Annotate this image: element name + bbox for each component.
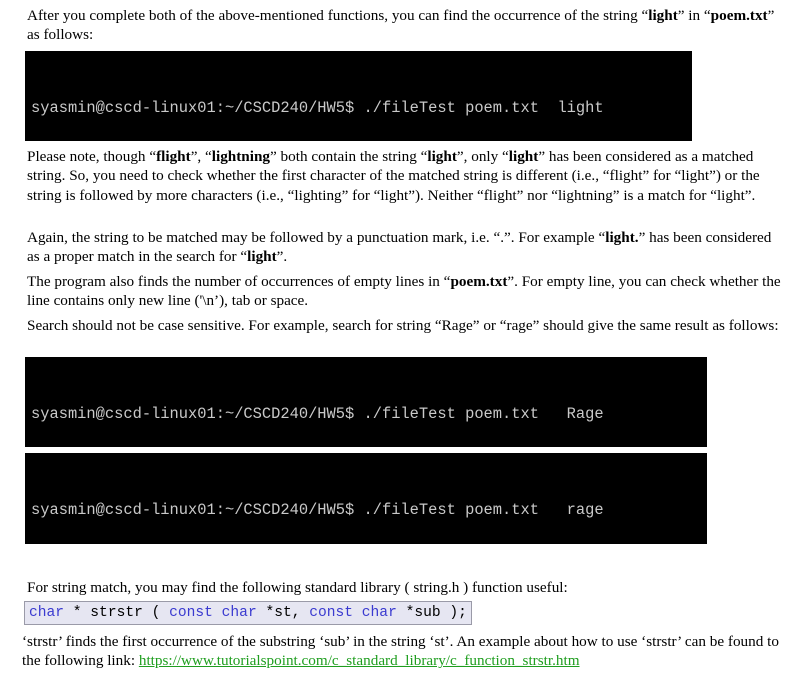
program-text-part-1: The program also finds the number of occ… [27,273,451,290]
intro-bold-light: light [648,7,678,24]
code-plain-3: *sub ); [396,605,467,621]
paragraph-search-case: Search should not be case sensitive. For… [27,316,783,335]
code-keyword-const-char-1: const char [169,605,257,621]
code-plain-1: * strstr ( [64,605,170,621]
code-plain-2: *st, [256,605,310,621]
string-match-text: For string match, you may find the follo… [27,579,568,596]
paragraph-again: Again, the string to be matched may be f… [27,228,783,267]
code-snippet-block: char * strstr ( const char *st, const ch… [24,601,472,625]
intro-bold-poemtxt: poem.txt [710,7,768,24]
again-bold-light: light [247,248,277,266]
note-text-part-3: ” both contain the string “ [270,148,428,165]
note-text-part-4: ”, only “ [456,148,509,165]
strstr-signature: char * strstr ( const char *st, const ch… [24,601,472,625]
intro-text-part-1: After you complete both of the above-men… [27,7,649,24]
program-bold-poemtxt: poem.txt [450,273,508,290]
paragraph-please-note: Please note, though “flight”, “lightning… [27,147,783,205]
again-bold-lightdot: light. [605,229,639,246]
terminal-output-rage-upper: syasmin@cscd-linux01:~/CSCD240/HW5$ ./fi… [25,357,707,447]
code-keyword-const-char-2: const char [309,605,397,621]
again-text-part-1: Again, the string to be matched may be f… [27,229,606,246]
note-bold-lightning: lightning [211,148,271,165]
terminal-output-rage-lower: syasmin@cscd-linux01:~/CSCD240/HW5$ ./fi… [25,453,707,544]
intro-text-part-2: ” in “ [677,7,711,24]
note-bold-flight: flight [156,148,191,165]
paragraph-program: The program also finds the number of occ… [27,272,783,311]
terminal-line: syasmin@cscd-linux01:~/CSCD240/HW5$ ./fi… [31,405,604,423]
search-text: Search should not be case sensitive. For… [27,317,779,334]
terminal-line: syasmin@cscd-linux01:~/CSCD240/HW5$ ./fi… [31,99,604,117]
document-page: After you complete both of the above-men… [0,0,801,699]
note-bold-light-2: light [508,148,539,165]
tutorialspoint-link[interactable]: https://www.tutorialspoint.com/c_standar… [139,652,580,669]
again-text-part-3: ”. [276,248,288,266]
terminal-output-light: syasmin@cscd-linux01:~/CSCD240/HW5$ ./fi… [25,51,692,141]
terminal-line: syasmin@cscd-linux01:~/CSCD240/HW5$ ./fi… [31,501,604,519]
paragraph-intro: After you complete both of the above-men… [27,6,779,45]
note-text-part-2: ”, “ [190,148,212,165]
note-text-part-1: Please note, though “ [27,148,157,165]
paragraph-strstr-description: ‘strstr’ finds the first occurrence of t… [22,632,782,671]
paragraph-string-match: For string match, you may find the follo… [27,578,783,597]
code-keyword-char: char [29,605,65,621]
note-bold-light-1: light [427,148,457,165]
